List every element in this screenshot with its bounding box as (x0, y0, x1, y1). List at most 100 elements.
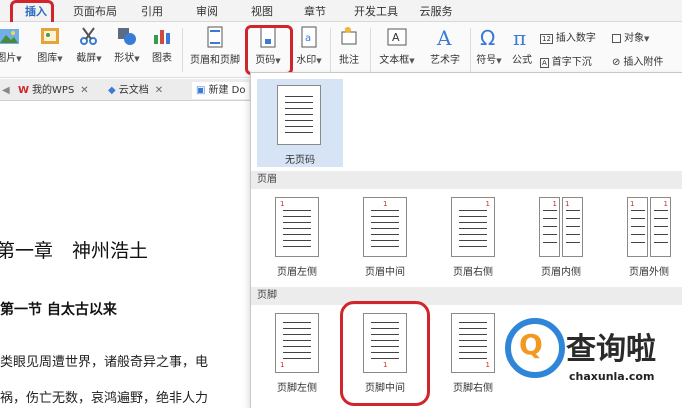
tab-developer[interactable]: 开发工具 (348, 3, 404, 20)
ribbon-tab-bar: 插入 页面布局 引用 审阅 视图 章节 开发工具 云服务 (0, 0, 682, 22)
object-label: 对象 (624, 33, 644, 44)
textbox-button[interactable]: A 文本框▼ (374, 26, 420, 66)
chapter-heading: 第一章 神州浩土 (0, 240, 149, 262)
scissors-icon (80, 27, 97, 45)
wps-window: 插入 页面布局 引用 审阅 视图 章节 开发工具 云服务 图片▼ 图库▼ 截屏▼… (0, 0, 682, 408)
footer-section-title: 页脚 (251, 287, 682, 305)
dropcap-label: 首字下沉 (551, 57, 592, 68)
screenshot-label: 截屏 (76, 53, 97, 64)
header-footer-label: 页眉和页脚 (190, 55, 240, 66)
svg-text:π: π (513, 26, 526, 48)
insert-number-label: 插入数字 (555, 33, 596, 44)
header-left-label: 页眉左侧 (277, 267, 317, 278)
header-footer-button[interactable]: 页眉和页脚 (186, 26, 244, 66)
tab-cloud[interactable]: 云服务 (412, 3, 460, 20)
header-center-label: 页眉中间 (365, 267, 405, 278)
gallery-icon (41, 28, 59, 44)
close-icon[interactable]: ✕ (155, 85, 163, 96)
ribbon-divider (470, 28, 471, 72)
textbox-label: 文本框 (379, 55, 410, 66)
doc-tab-new[interactable]: ▣ 新建 Do (192, 82, 250, 99)
watermark-button[interactable]: a 水印▼ (292, 26, 326, 66)
doc-tab-new-label: 新建 Do (208, 85, 246, 96)
svg-text:A: A (392, 31, 400, 44)
footer-center-highlight (340, 301, 430, 406)
page-preview-icon (277, 85, 321, 145)
attachment-label: 插入附件 (623, 57, 664, 68)
picture-button[interactable]: 图片▼ (0, 26, 24, 64)
page-preview-icon: 1 (451, 313, 495, 373)
cloud-icon: ◆ (108, 85, 116, 96)
chart-button[interactable]: 图表 (148, 26, 176, 64)
body-paragraph: 祸，伤亡无数，哀鸿遍野，绝非人力 (0, 391, 209, 406)
wordart-icon: A (436, 26, 452, 48)
dropcap-button[interactable]: A 首字下沉 (540, 53, 592, 68)
page-number-highlight (245, 25, 293, 75)
document-tab-bar: ◀ W 我的WPS ✕ ◆ 云文档 ✕ ▣ 新建 Do (0, 79, 250, 101)
footer-left-label: 页脚左侧 (277, 383, 317, 394)
dropcap-icon: A (540, 58, 549, 68)
tab-scroll-left[interactable]: ◀ (2, 82, 10, 99)
document-page[interactable]: 第一章 神州浩土 第一节 自太古以来 类眼见周遭世界，诸般奇异之事，电 祸，伤亡… (0, 101, 250, 408)
wps-logo-icon: W (18, 85, 30, 96)
watermark-icon: a (301, 26, 317, 48)
pi-icon: π (513, 26, 526, 48)
watermark-brand: 查询啦 (566, 332, 656, 367)
object-icon (612, 33, 621, 43)
object-button[interactable]: 对象▼ (612, 29, 649, 44)
no-page-number-option[interactable]: 无页码 (257, 79, 343, 167)
watermark-label: 水印 (296, 55, 317, 66)
shapes-icon (118, 28, 136, 45)
insert-number-button[interactable]: 12 插入数字 (540, 29, 596, 44)
watermark-q-icon: Q (519, 328, 543, 361)
attachment-button[interactable]: ⊘ 插入附件 (612, 53, 663, 68)
page-preview-icon: 1 (451, 197, 495, 257)
close-icon[interactable]: ✕ (80, 85, 88, 96)
doc-tab-wps-label: 我的WPS (32, 85, 75, 96)
tab-review[interactable]: 审阅 (190, 3, 224, 20)
watermark-url: chaxunla.com (569, 370, 655, 383)
chart-label: 图表 (152, 53, 172, 64)
page-preview-icon: 1 (562, 197, 583, 257)
doc-tab-wps[interactable]: W 我的WPS ✕ (18, 82, 89, 99)
svg-text:Ω: Ω (480, 26, 495, 48)
tab-page-layout[interactable]: 页面布局 (70, 3, 120, 20)
comment-button[interactable]: 批注 (334, 26, 364, 66)
header-outer-label: 页眉外侧 (629, 267, 669, 278)
page-preview-icon: 1 (539, 197, 560, 257)
formula-button[interactable]: π 公式 (508, 26, 536, 66)
tab-chapter[interactable]: 章节 (298, 3, 332, 20)
comment-icon (341, 27, 357, 45)
screenshot-button[interactable]: 截屏▼ (72, 26, 106, 64)
page-preview-icon: 1 (275, 313, 319, 373)
gallery-button[interactable]: 图库▼ (34, 26, 66, 64)
header-inner-label: 页眉内侧 (541, 267, 581, 278)
document-icon: ▣ (196, 85, 206, 96)
tab-view[interactable]: 视图 (245, 3, 279, 20)
ribbon-divider (182, 28, 183, 72)
picture-icon (0, 29, 19, 44)
page-preview-icon: 1 (627, 197, 648, 257)
textbox-icon: A (387, 28, 407, 46)
page-preview-icon: 1 (275, 197, 319, 257)
wordart-label: 艺术字 (430, 55, 460, 66)
svg-text:a: a (305, 33, 311, 44)
body-paragraph: 类眼见周遭世界，诸般奇异之事，电 (0, 355, 209, 370)
ribbon-toolbar: 图片▼ 图库▼ 截屏▼ 形状▼ 图表 页眉和页脚 页码▼ a 水印▼ 批注 A … (0, 22, 682, 78)
doc-tab-cloud[interactable]: ◆ 云文档 ✕ (108, 82, 163, 99)
header-section-title: 页眉 (251, 171, 682, 189)
tab-references[interactable]: 引用 (135, 3, 169, 20)
svg-text:A: A (436, 26, 452, 48)
ribbon-divider (370, 28, 371, 72)
symbol-button[interactable]: Ω 符号▼ (474, 26, 504, 66)
chart-icon (154, 30, 170, 44)
header-footer-icon (207, 26, 223, 48)
ribbon-divider (330, 28, 331, 72)
footer-right-label: 页脚右侧 (453, 383, 493, 394)
section-heading: 第一节 自太古以来 (0, 302, 117, 318)
wordart-button[interactable]: A 艺术字 (424, 26, 466, 66)
shapes-button[interactable]: 形状▼ (110, 26, 144, 64)
omega-icon: Ω (480, 26, 495, 48)
comment-label: 批注 (339, 55, 359, 66)
shapes-label: 形状 (114, 53, 135, 64)
